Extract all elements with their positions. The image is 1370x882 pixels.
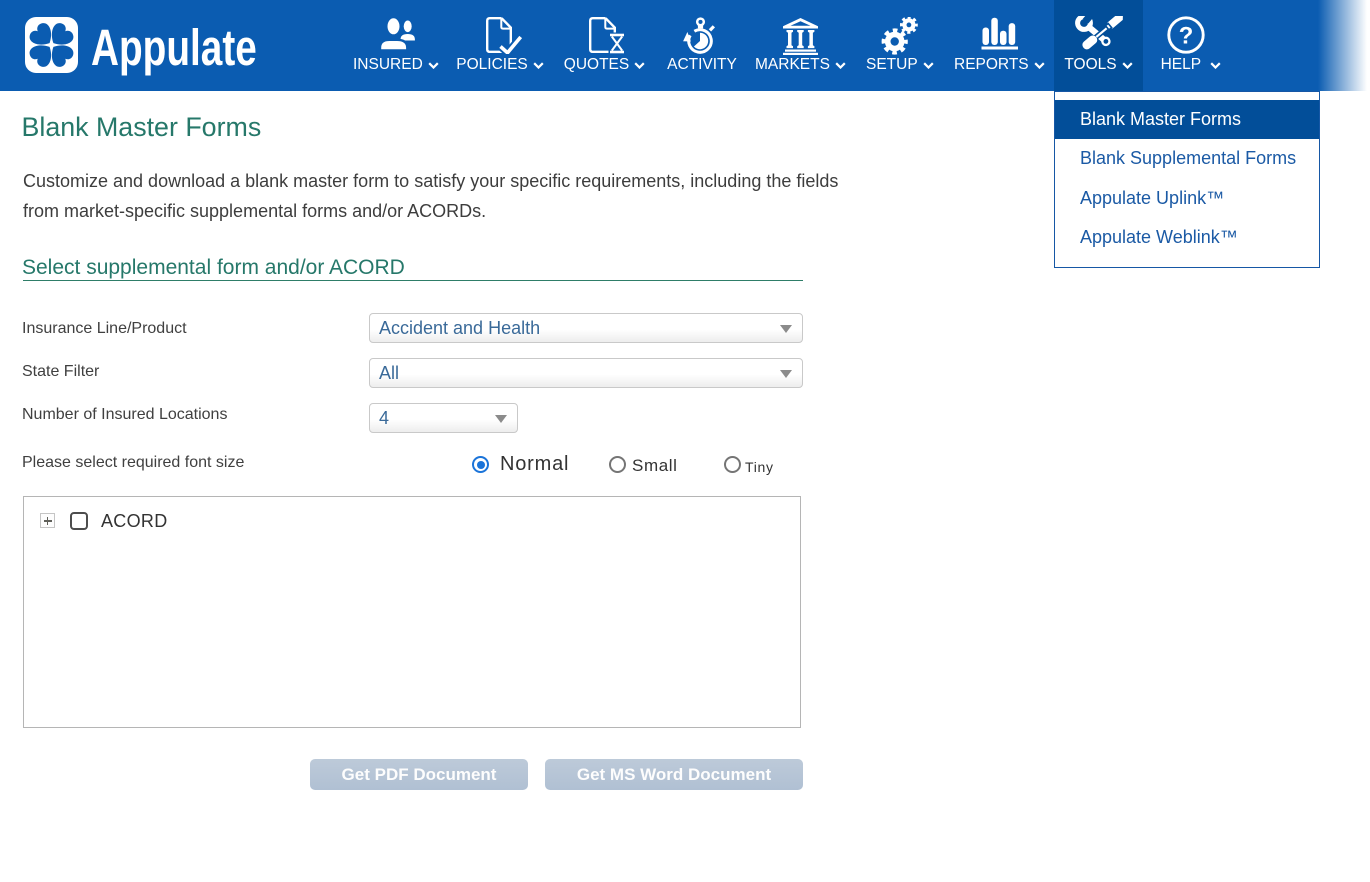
svg-text:?: ? <box>1179 23 1194 50</box>
